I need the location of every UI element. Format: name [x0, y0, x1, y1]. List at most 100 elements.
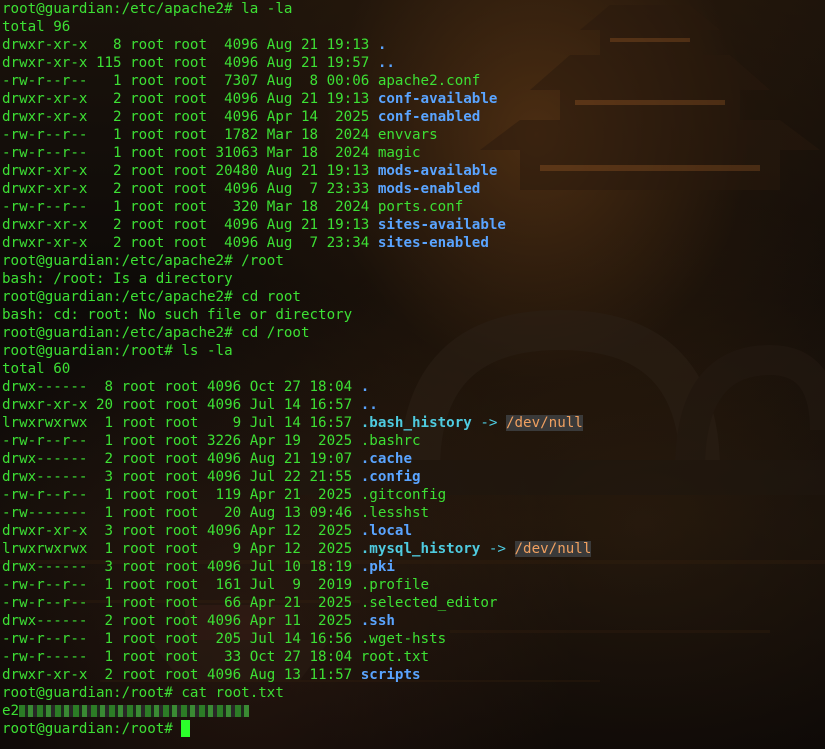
file-metadata: -rw-r--r-- 1 root root 205 Jul 14 16:56 — [2, 631, 361, 647]
directory-name: .ssh — [360, 613, 395, 629]
directory-name: mods-enabled — [377, 181, 481, 197]
listing-row: lrwxrwxrwx 1 root root 9 Apr 12 2025 .my… — [2, 540, 592, 558]
file-metadata: drwxr-xr-x 115 root root 4096 Aug 21 19:… — [2, 55, 378, 71]
file-metadata: -rw-r--r-- 1 root root 31063 Mar 18 2024 — [2, 145, 378, 161]
directory-name: . — [360, 379, 370, 395]
file-metadata: -rw-r--r-- 1 root root 161 Jul 9 2019 — [2, 577, 361, 593]
file-name: magic — [377, 145, 421, 161]
listing-row: drwxr-xr-x 2 root root 4096 Aug 21 19:13… — [2, 216, 591, 234]
listing-row: -rw-r--r-- 1 root root 66 Apr 21 2025 .s… — [2, 594, 591, 612]
symlink-target: /dev/null — [514, 541, 592, 557]
listing-row: drwxr-xr-x 8 root root 4096 Aug 21 19:13… — [2, 36, 591, 54]
file-name: .wget-hsts — [360, 631, 447, 647]
listing-row: -rw-r--r-- 1 root root 7307 Aug 8 00:06 … — [2, 72, 591, 90]
file-metadata: drwxr-xr-x 2 root root 4096 Aug 7 23:34 — [2, 235, 378, 251]
file-name: ports.conf — [377, 199, 464, 215]
total-line: total 60 — [2, 360, 591, 378]
shell-prompt: root@guardian:/etc/apache2# — [2, 325, 233, 341]
symlink-arrow: -> — [471, 415, 506, 431]
redacted-flag — [19, 705, 250, 717]
file-metadata: drwxr-xr-x 2 root root 4096 Aug 21 19:13 — [2, 217, 378, 233]
directory-name: mods-available — [377, 163, 498, 179]
command-line: root@guardian:/etc/apache2# cd root — [2, 288, 591, 306]
file-metadata: drwx------ 3 root root 4096 Jul 10 18:19 — [2, 559, 361, 575]
file-metadata: -rw-r--r-- 1 root root 66 Apr 21 2025 — [2, 595, 361, 611]
listing-row: -rw-r----- 1 root root 33 Oct 27 18:04 r… — [2, 648, 591, 666]
directory-name: .cache — [360, 451, 412, 467]
listing-row: drwxr-xr-x 2 root root 4096 Aug 21 19:13… — [2, 90, 591, 108]
listing-row: -rw-r--r-- 1 root root 31063 Mar 18 2024… — [2, 144, 591, 162]
command-line: root@guardian:/root# ls -la — [2, 342, 591, 360]
file-metadata: drwxr-xr-x 2 root root 4096 Aug 7 23:33 — [2, 181, 378, 197]
file-name: apache2.conf — [377, 73, 481, 89]
command-text: la -la — [232, 1, 293, 17]
file-metadata: drwxr-xr-x 2 root root 4096 Apr 14 2025 — [2, 109, 378, 125]
listing-row: -rw-r--r-- 1 root root 205 Jul 14 16:56 … — [2, 630, 591, 648]
file-metadata: -rw-r--r-- 1 root root 1782 Mar 18 2024 — [2, 127, 378, 143]
listing-row: drwx------ 8 root root 4096 Oct 27 18:04… — [2, 378, 591, 396]
flag-output: e2 — [2, 702, 591, 720]
listing-row: drwx------ 3 root root 4096 Jul 22 21:55… — [2, 468, 591, 486]
command-text: /root — [232, 253, 284, 269]
file-metadata: lrwxrwxrwx 1 root root 9 Apr 12 2025 — [2, 541, 361, 557]
listing-row: lrwxrwxrwx 1 root root 9 Jul 14 16:57 .b… — [2, 414, 591, 432]
directory-name: .. — [377, 55, 395, 71]
file-metadata: drwxr-xr-x 20 root root 4096 Jul 14 16:5… — [2, 397, 361, 413]
shell-prompt: root@guardian:/etc/apache2# — [2, 253, 233, 269]
listing-row: -rw-r--r-- 1 root root 3226 Apr 19 2025 … — [2, 432, 591, 450]
listing-row: drwx------ 2 root root 4096 Apr 11 2025 … — [2, 612, 591, 630]
command-line: root@guardian:/root# cat root.txt — [2, 684, 591, 702]
listing-row: drwxr-xr-x 2 root root 4096 Aug 13 11:57… — [2, 666, 591, 684]
file-name: .profile — [360, 577, 430, 593]
directory-name: conf-enabled — [377, 109, 481, 125]
listing-row: -rw-r--r-- 1 root root 320 Mar 18 2024 p… — [2, 198, 591, 216]
total-line-text: total 96 — [2, 19, 71, 35]
file-metadata: drwxr-xr-x 2 root root 4096 Aug 13 11:57 — [2, 667, 361, 683]
file-metadata: lrwxrwxrwx 1 root root 9 Jul 14 16:57 — [2, 415, 361, 431]
listing-row: drwx------ 3 root root 4096 Jul 10 18:19… — [2, 558, 591, 576]
directory-name: .config — [360, 469, 421, 485]
file-name: .bashrc — [360, 433, 421, 449]
shell-prompt: root@guardian:/root# — [2, 721, 182, 737]
listing-row: drwxr-xr-x 2 root root 4096 Aug 7 23:34 … — [2, 234, 591, 252]
shell-prompt: root@guardian:/etc/apache2# — [2, 289, 233, 305]
symlink-target: /dev/null — [505, 415, 583, 431]
file-metadata: drwx------ 3 root root 4096 Jul 22 21:55 — [2, 469, 361, 485]
command-text: cd /root — [232, 325, 310, 341]
error-output: bash: cd: root: No such file or director… — [2, 306, 591, 324]
symlink-name: .mysql_history — [360, 541, 481, 557]
listing-row: drwxr-xr-x 20 root root 4096 Jul 14 16:5… — [2, 396, 591, 414]
error-output-text: bash: /root: Is a directory — [2, 271, 233, 287]
listing-row: drwxr-xr-x 2 root root 4096 Apr 14 2025 … — [2, 108, 591, 126]
directory-name: conf-available — [377, 91, 498, 107]
file-name: .selected_editor — [360, 595, 498, 611]
command-text: ls -la — [172, 343, 233, 359]
directory-name: sites-available — [377, 217, 506, 233]
total-line: total 96 — [2, 18, 591, 36]
directory-name: . — [377, 37, 387, 53]
file-metadata: drwxr-xr-x 2 root root 20480 Aug 21 19:1… — [2, 163, 378, 179]
listing-row: drwxr-xr-x 115 root root 4096 Aug 21 19:… — [2, 54, 591, 72]
command-line: root@guardian:/etc/apache2# la -la — [2, 0, 591, 18]
listing-row: -rw------- 1 root root 20 Aug 13 09:46 .… — [2, 504, 591, 522]
command-line: root@guardian:/etc/apache2# /root — [2, 252, 591, 270]
shell-prompt: root@guardian:/etc/apache2# — [2, 1, 233, 17]
listing-row: drwxr-xr-x 2 root root 20480 Aug 21 19:1… — [2, 162, 591, 180]
directory-name: .pki — [360, 559, 395, 575]
symlink-arrow: -> — [480, 541, 515, 557]
file-name: root.txt — [360, 649, 430, 665]
error-output-text: bash: cd: root: No such file or director… — [2, 307, 353, 323]
terminal-window[interactable]: root@guardian:/etc/apache2# la -la total … — [0, 0, 825, 749]
file-metadata: drwx------ 2 root root 4096 Apr 11 2025 — [2, 613, 361, 629]
listing-row: -rw-r--r-- 1 root root 1782 Mar 18 2024 … — [2, 126, 591, 144]
terminal-output[interactable]: root@guardian:/etc/apache2# la -la total … — [2, 0, 592, 738]
command-text: cd root — [232, 289, 301, 305]
listing-row: -rw-r--r-- 1 root root 161 Jul 9 2019 .p… — [2, 576, 591, 594]
file-metadata: drwxr-xr-x 2 root root 4096 Aug 21 19:13 — [2, 91, 378, 107]
file-metadata: drwx------ 8 root root 4096 Oct 27 18:04 — [2, 379, 361, 395]
text-cursor[interactable] — [181, 720, 191, 737]
file-metadata: -rw-r--r-- 1 root root 119 Apr 21 2025 — [2, 487, 361, 503]
file-metadata: -rw------- 1 root root 20 Aug 13 09:46 — [2, 505, 361, 521]
shell-prompt: root@guardian:/root# — [2, 685, 173, 701]
listing-row: -rw-r--r-- 1 root root 119 Apr 21 2025 .… — [2, 486, 591, 504]
